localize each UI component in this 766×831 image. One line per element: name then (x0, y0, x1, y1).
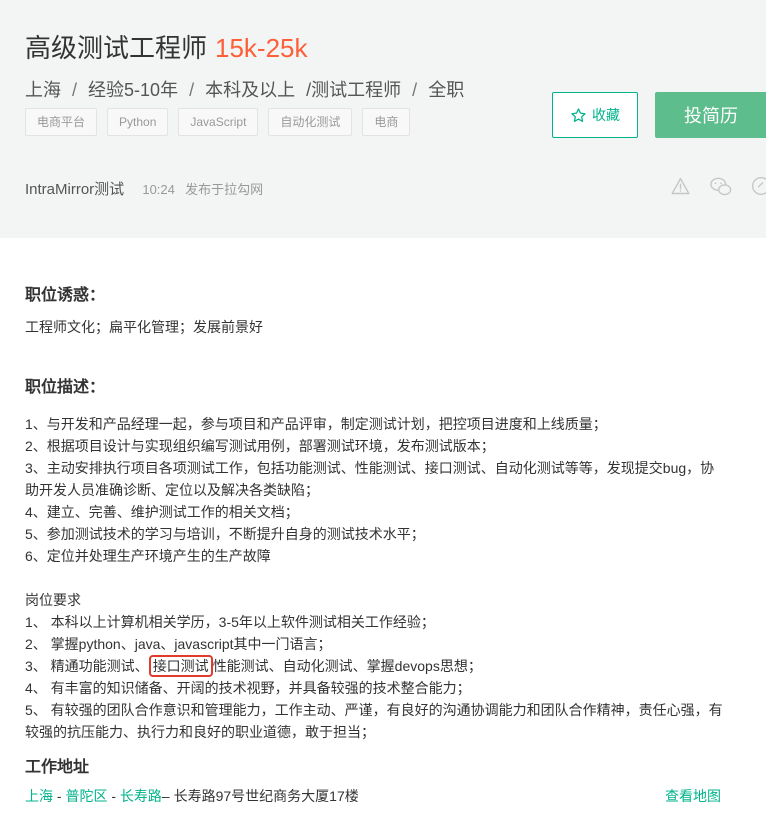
job-tag[interactable]: 自动化测试 (268, 108, 353, 136)
view-map-link[interactable]: 查看地图 (665, 786, 721, 806)
job-experience: 经验5-10年 (88, 80, 179, 100)
requirement-item: 3、 精通功能测试、 接口测试 性能测试、自动化测试、掌握devops思想； (25, 655, 725, 677)
apply-button[interactable]: 投简历 (655, 92, 766, 138)
job-title: 高级测试工程师 (25, 33, 208, 63)
duty-item: 6、定位并处理生产环境产生的生产故障 (25, 548, 271, 564)
job-category: /测试工程师 (306, 80, 402, 100)
collect-label: 收藏 (592, 107, 620, 123)
requirement-suffix: 性能测试、自动化测试、掌握devops思想； (212, 658, 482, 674)
publish-source: 发布于拉勾网 (185, 182, 264, 197)
job-city: 上海 (25, 80, 61, 100)
company-name[interactable]: IntraMirror测试 (25, 181, 124, 198)
job-requirements-summary: 上海 / 经验5-10年 / 本科及以上 /测试工程师 / 全职 (25, 76, 464, 102)
highlighted-skill: 接口测试 (148, 655, 213, 677)
job-requirements: 1、 本科以上计算机相关学历，3-5年以上软件测试相关工作经验； 2、 掌握py… (25, 611, 725, 743)
job-tag[interactable]: 电商平台 (25, 108, 98, 136)
job-tag[interactable]: 电商 (362, 108, 411, 136)
publisher-info: IntraMirror测试 10:24 发布于拉勾网 (25, 178, 263, 199)
requirement-item: 5、 有较强的团队合作意识和管理能力，工作主动、严谨，有良好的沟通协调能力和团队… (25, 702, 723, 740)
perks-text: 工程师文化；扁平化管理；发展前景好 (25, 319, 263, 335)
separator: / (72, 80, 78, 100)
publish-time: 10:24 (142, 182, 175, 197)
address-detail: – 长寿路97号世纪商务大厦17楼 (161, 788, 359, 804)
description-title: 职位描述： (25, 379, 106, 396)
job-duties: 1、与开发和产品经理一起，参与项目和产品评审，制定测试计划，把控项目进度和上线质… (25, 413, 725, 567)
link-icon[interactable] (751, 176, 766, 198)
duty-item: 3、主动安排执行项目各项测试工作，包括功能测试、性能测试、接口测试、自动化测试等… (25, 460, 715, 498)
work-address-title: 工作地址 (25, 759, 90, 776)
requirement-prefix: 3、 精通功能测试、 (25, 658, 149, 674)
salary: 15k-25k (215, 33, 308, 63)
perks-title: 职位诱惑： (25, 287, 106, 304)
duty-item: 1、与开发和产品经理一起，参与项目和产品评审，制定测试计划，把控项目进度和上线质… (25, 416, 607, 432)
requirement-item: 1、 本科以上计算机相关学历，3-5年以上软件测试相关工作经验； (25, 614, 435, 630)
star-icon (570, 107, 587, 124)
collect-button[interactable]: 收藏 (552, 92, 638, 138)
job-tag[interactable]: Python (107, 108, 169, 136)
job-tags: 电商平台 Python JavaScript 自动化测试 电商 (25, 108, 411, 136)
duty-item: 2、根据项目设计与实现组织编写测试用例，部署测试环境，发布测试版本； (25, 438, 495, 454)
wechat-icon[interactable] (709, 176, 732, 198)
job-tag[interactable]: JavaScript (178, 108, 259, 136)
address-street-link[interactable]: 长寿路 (120, 788, 162, 804)
separator: / (412, 80, 418, 100)
job-title-row: 高级测试工程师 15k-25k (25, 28, 308, 65)
requirement-item: 4、 有丰富的知识储备、开阔的技术视野，并具备较强的技术整合能力； (25, 680, 471, 696)
job-type: 全职 (428, 80, 465, 100)
warning-icon[interactable] (670, 176, 692, 198)
address-district-link[interactable]: 普陀区 (65, 788, 107, 804)
address-city-link[interactable]: 上海 (25, 788, 53, 804)
requirements-title: 岗位要求 (25, 592, 81, 608)
duty-item: 5、参加测试技术的学习与培训，不断提升自身的测试技术水平； (25, 526, 425, 542)
address-sep: - (53, 788, 66, 804)
separator: / (189, 80, 195, 100)
work-address: 上海 - 普陀区 - 长寿路– 长寿路97号世纪商务大厦17楼 (25, 786, 359, 806)
requirement-item: 2、 掌握python、java、javascript其中一门语言； (25, 636, 332, 652)
job-education: 本科及以上 (205, 80, 296, 100)
address-sep: - (107, 788, 120, 804)
duty-item: 4、建立、完善、维护测试工作的相关文档； (25, 504, 299, 520)
